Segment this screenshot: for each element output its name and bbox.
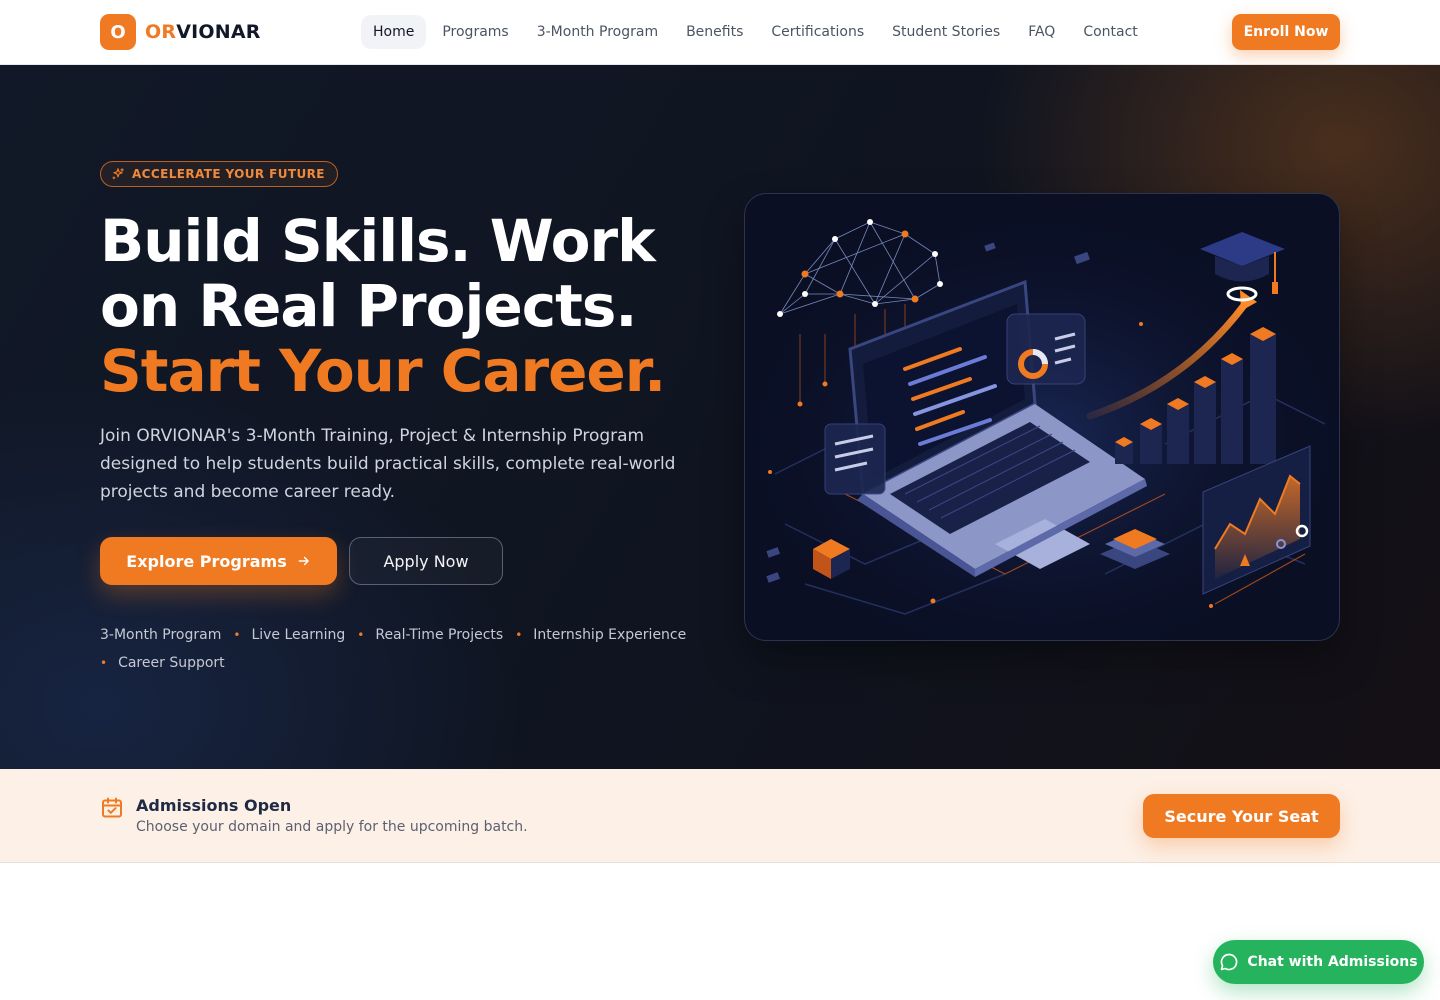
calendar-check-icon: [102, 797, 122, 818]
feature-item: • Internship Experience: [515, 621, 686, 649]
feature-label: Live Learning: [251, 627, 346, 643]
feature-list: 3-Month Program • Live Learning • Real-Tim…: [100, 621, 700, 677]
brand-name: ORVIONAR: [145, 21, 261, 43]
laptop-growth-illustration: [745, 194, 1339, 640]
feature-item: • Live Learning: [233, 621, 345, 649]
site-header: O ORVIONAR Home Programs 3-Month Program…: [0, 0, 1440, 65]
explore-programs-button[interactable]: Explore Programs: [100, 537, 337, 585]
apply-now-button[interactable]: Apply Now: [349, 537, 503, 585]
nav-programs[interactable]: Programs: [430, 15, 520, 49]
sparkle-icon: [112, 168, 124, 180]
chat-bubble-icon: [1221, 953, 1238, 971]
arrow-right-icon: [298, 556, 309, 566]
brand-name-rest: VIONAR: [176, 21, 261, 43]
admissions-title: Admissions Open: [136, 796, 292, 815]
brand-name-accent: OR: [145, 21, 177, 43]
hero-illustration: [744, 193, 1340, 641]
hero-subtitle: Join ORVIONAR's 3-Month Training, Projec…: [100, 426, 676, 502]
admissions-subtitle: Choose your domain and apply for the upc…: [136, 819, 528, 835]
nav-3-month-program[interactable]: 3-Month Program: [525, 15, 670, 49]
explore-programs-label: Explore Programs: [126, 551, 287, 571]
hero-badge-text: ACCELERATE YOUR FUTURE: [132, 167, 325, 181]
nav-home[interactable]: Home: [361, 15, 427, 49]
headline-accent: Start Your Career.: [100, 337, 666, 405]
feature-label: Real-Time Projects: [375, 627, 504, 643]
feature-item: 3-Month Program: [100, 621, 221, 649]
hero-badge: ACCELERATE YOUR FUTURE: [100, 161, 338, 187]
feature-label: 3-Month Program: [100, 627, 222, 643]
feature-item: • Career Support: [100, 649, 225, 677]
chat-label: Chat with Admissions: [1247, 954, 1418, 970]
bullet-dot-icon: •: [233, 628, 241, 642]
bullet-dot-icon: •: [100, 656, 108, 670]
main-nav: Home Programs 3-Month Program Benefits C…: [361, 15, 1154, 49]
hero-section: ACCELERATE YOUR FUTURE Build Skills. Wor…: [0, 65, 1440, 769]
nav-contact[interactable]: Contact: [1071, 15, 1149, 49]
headline-white: Build Skills. Work on Real Projects.: [100, 207, 656, 340]
feature-label: Career Support: [118, 655, 225, 671]
nav-certifications[interactable]: Certifications: [759, 15, 876, 49]
feature-item: • Real-Time Projects: [357, 621, 503, 649]
logo-mark: O: [100, 14, 136, 50]
nav-faq[interactable]: FAQ: [1016, 15, 1067, 49]
bullet-dot-icon: •: [515, 628, 523, 642]
nav-benefits[interactable]: Benefits: [674, 15, 755, 49]
hero-headline: Build Skills. Work on Real Projects. Sta…: [100, 209, 720, 404]
feature-label: Internship Experience: [533, 627, 687, 643]
nav-student-stories[interactable]: Student Stories: [880, 15, 1012, 49]
admissions-banner: Admissions Open Choose your domain and a…: [0, 769, 1440, 863]
brand-logo[interactable]: O ORVIONAR: [100, 14, 261, 50]
chat-with-admissions-button[interactable]: Chat with Admissions: [1213, 940, 1424, 984]
enroll-now-button[interactable]: Enroll Now: [1232, 14, 1340, 50]
bullet-dot-icon: •: [357, 628, 365, 642]
secure-your-seat-button[interactable]: Secure Your Seat: [1143, 794, 1340, 838]
